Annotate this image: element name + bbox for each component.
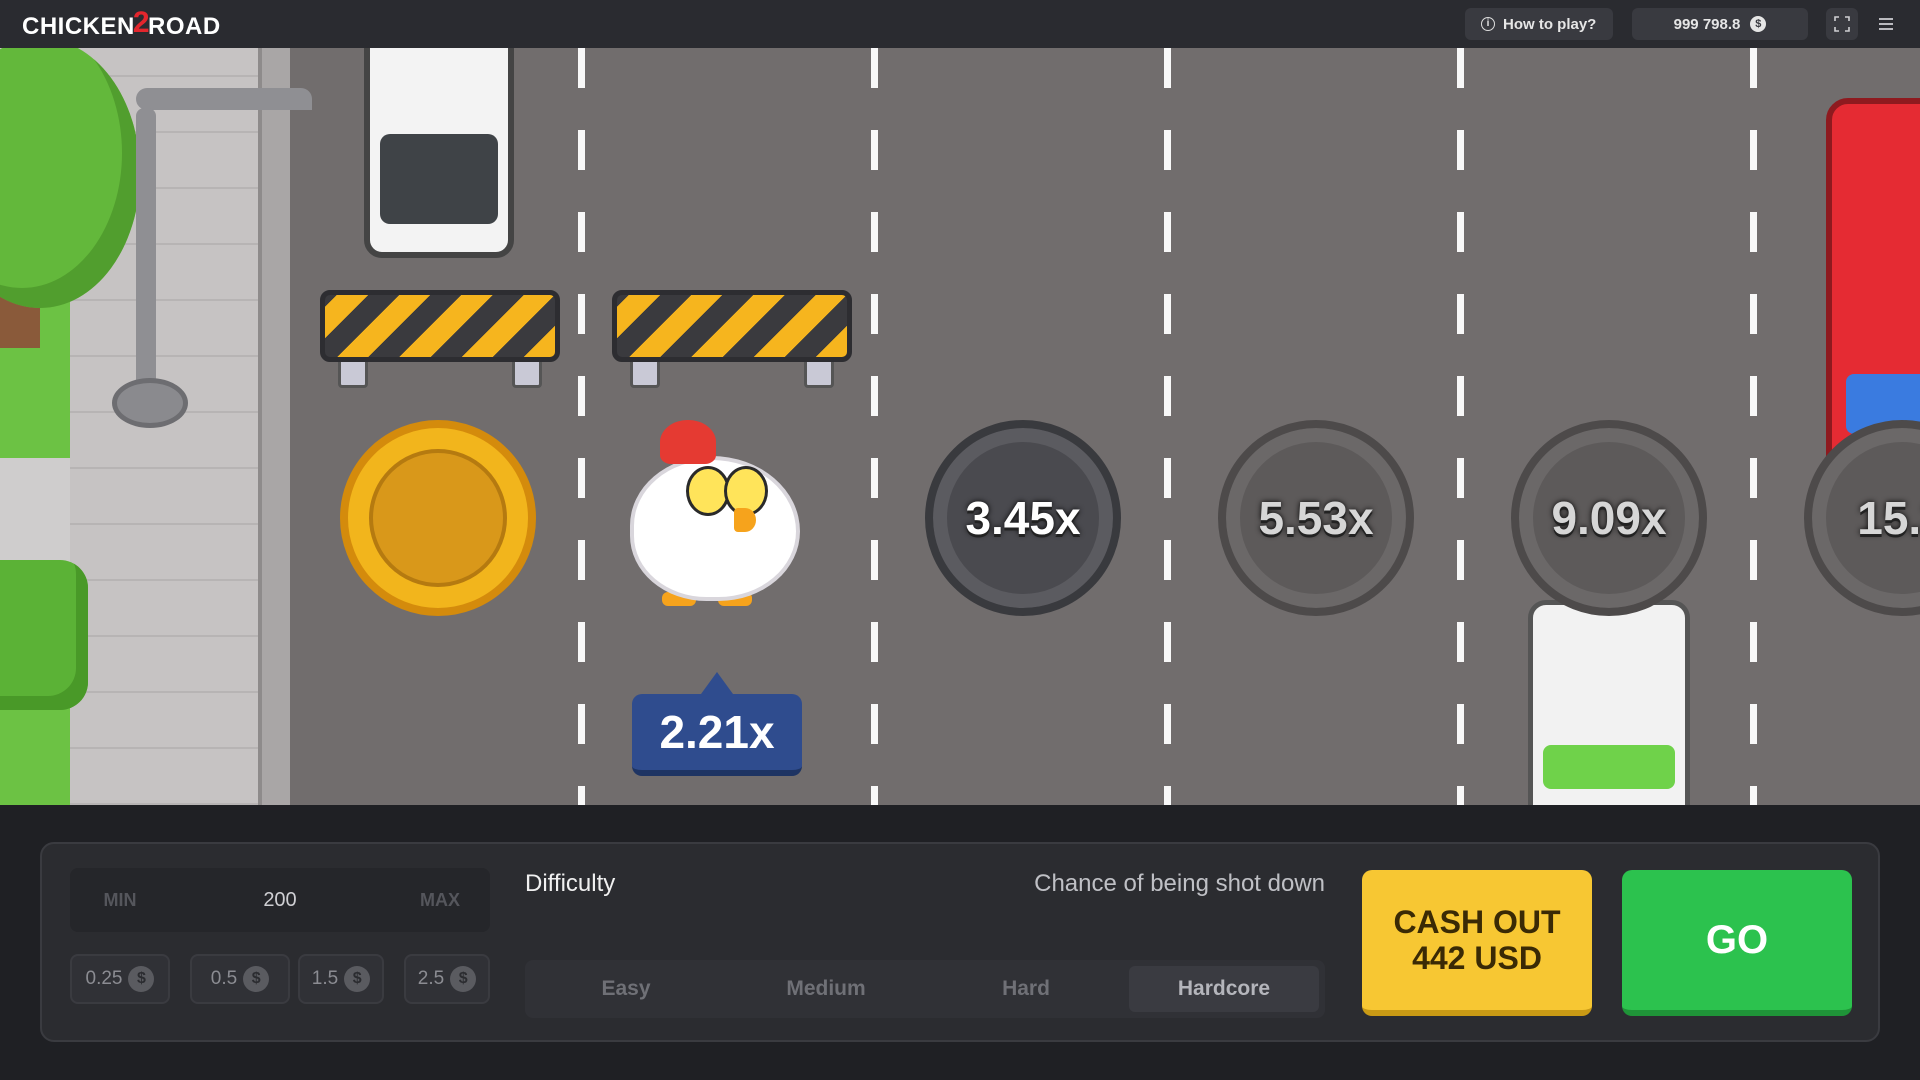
difficulty-hard[interactable]: Hard: [931, 966, 1121, 1012]
how-to-play-label: How to play?: [1503, 15, 1597, 33]
curb: [258, 48, 290, 805]
bet-amount-input[interactable]: 200: [170, 868, 390, 932]
street-lamp-base: [112, 378, 188, 428]
road-barrier: [612, 280, 852, 388]
multiplier-label: 5.53x: [1258, 492, 1374, 544]
how-to-play-button[interactable]: i How to play?: [1465, 8, 1613, 40]
road-barrier: [320, 280, 560, 388]
street-lamp-arm: [136, 88, 312, 110]
collected-coin-icon: [340, 420, 536, 616]
bet-chip-2-5[interactable]: 2.5 $: [404, 954, 490, 1004]
difficulty-label: Difficulty: [525, 870, 616, 897]
difficulty-easy[interactable]: Easy: [531, 966, 721, 1012]
bet-chip-0-25[interactable]: 0.25 $: [70, 954, 170, 1004]
manhole-multiplier-4[interactable]: 15.3: [1804, 420, 1920, 616]
difficulty-selector: Easy Medium Hard Hardcore: [525, 960, 1325, 1018]
manhole-multiplier-3[interactable]: 9.09x: [1511, 420, 1707, 616]
bet-chip-1-5[interactable]: 1.5 $: [298, 954, 384, 1004]
cash-out-amount: 442 USD: [1412, 940, 1542, 976]
balance-display: 999 798.8 $: [1632, 8, 1808, 40]
difficulty-medium[interactable]: Medium: [731, 966, 921, 1012]
dollar-icon: $: [450, 966, 477, 992]
lane-divider: [1750, 48, 1757, 805]
bet-chip-0-5[interactable]: 0.5 $: [190, 954, 290, 1004]
bet-min-button[interactable]: MIN: [80, 878, 160, 922]
chip-label: 1.5: [311, 968, 339, 989]
game-logo: CHICKEN2ROAD: [22, 8, 221, 41]
go-button[interactable]: GO: [1622, 870, 1852, 1016]
street-lamp-pole: [136, 108, 156, 408]
multiplier-label: 15.3: [1857, 492, 1920, 544]
lane-divider: [1164, 48, 1171, 805]
multiplier-label: 3.45x: [965, 492, 1081, 544]
lane-divider: [871, 48, 878, 805]
chip-label: 0.5: [210, 968, 238, 989]
manhole-multiplier-1[interactable]: 3.45x: [925, 420, 1121, 616]
difficulty-hardcore[interactable]: Hardcore: [1129, 966, 1319, 1012]
fullscreen-button[interactable]: [1826, 8, 1858, 40]
hamburger-menu-icon: [1879, 18, 1893, 30]
cash-out-label: CASH OUT: [1393, 904, 1561, 940]
dollar-icon: $: [344, 966, 371, 992]
dollar-icon: $: [243, 966, 270, 992]
police-car: [364, 48, 514, 258]
lane-divider: [578, 48, 585, 805]
dollar-icon: $: [128, 966, 155, 992]
info-icon: i: [1481, 17, 1495, 31]
bet-amount-box: MIN 200 MAX: [70, 868, 490, 932]
game-road-area: 2.21x 3.45x 5.53x 9.09x 15.3: [0, 48, 1920, 805]
lane-divider: [1457, 48, 1464, 805]
white-truck: [1528, 600, 1690, 805]
control-panel: MIN 200 MAX 0.25 $ 0.5 $ 1.5 $ 2.5 $ Dif…: [40, 842, 1880, 1042]
chip-label: 2.5: [417, 968, 445, 989]
logo-text-road: ROAD: [148, 13, 221, 40]
menu-button[interactable]: [1870, 8, 1902, 40]
chance-label: Chance of being shot down: [1034, 870, 1325, 897]
cash-out-button[interactable]: CASH OUT 442 USD: [1362, 870, 1592, 1016]
bush-decoration: [0, 560, 88, 710]
fullscreen-icon: [1834, 16, 1850, 32]
current-multiplier-badge: 2.21x: [632, 672, 802, 776]
logo-text-2: 2: [132, 6, 151, 39]
bet-max-button[interactable]: MAX: [400, 878, 480, 922]
multiplier-label: 9.09x: [1551, 492, 1667, 544]
chip-label: 0.25: [85, 968, 123, 989]
balance-value: 999 798.8: [1673, 15, 1741, 33]
logo-text-chicken: CHICKEN: [22, 13, 135, 40]
dollar-coin-icon: $: [1750, 16, 1767, 32]
chicken-character-icon: [622, 408, 802, 618]
top-bar: CHICKEN2ROAD i How to play? 999 798.8 $: [0, 0, 1920, 48]
manhole-multiplier-2[interactable]: 5.53x: [1218, 420, 1414, 616]
